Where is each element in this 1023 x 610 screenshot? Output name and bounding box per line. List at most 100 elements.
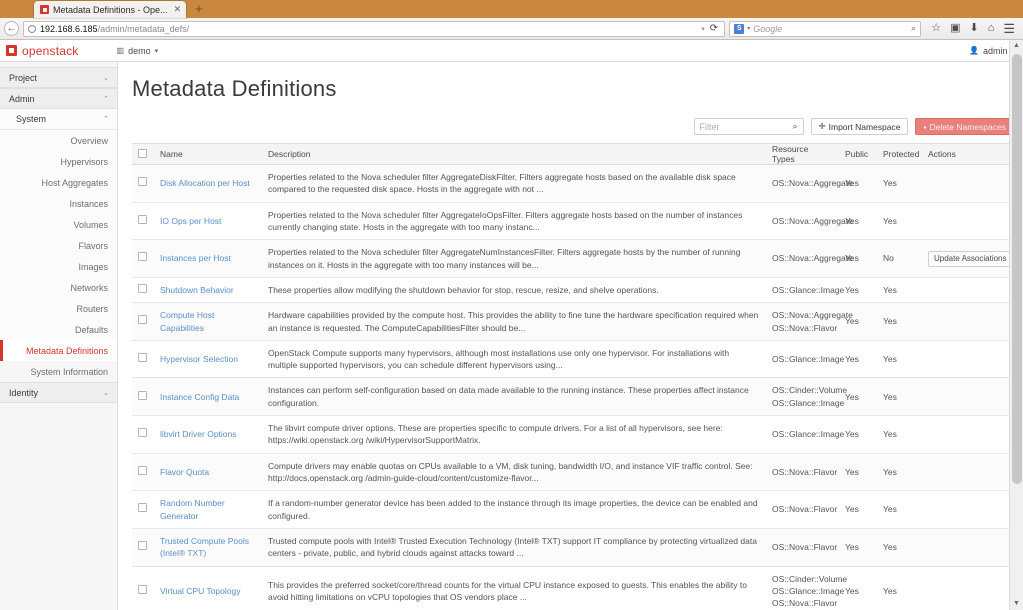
actions-cell — [922, 202, 1014, 241]
sidebar-item-flavors[interactable]: Flavors — [0, 235, 117, 256]
namespace-link[interactable]: Virtual CPU Topology — [160, 586, 240, 596]
reload-icon[interactable]: ⟳ — [710, 23, 718, 34]
table-row[interactable]: Random Number Generator If a random-numbe… — [132, 490, 1014, 529]
actions-cell — [922, 528, 1014, 567]
row-checkbox[interactable] — [138, 252, 147, 262]
row-checkbox[interactable] — [138, 584, 147, 594]
namespace-link[interactable]: Flavor Quota — [160, 467, 209, 477]
namespace-link[interactable]: Compute Host Capabilities — [160, 310, 214, 332]
row-checkbox[interactable] — [138, 283, 147, 293]
filter-input[interactable]: Filter ⌕ — [693, 118, 804, 135]
sidebar-group-project[interactable]: Project ⌄ — [0, 67, 117, 88]
sidebar-item-metadata-definitions[interactable]: Metadata Definitions — [0, 340, 117, 361]
scrollbar-thumb[interactable] — [1012, 54, 1022, 484]
sidebar-subgroup-system[interactable]: System ⌃ — [0, 109, 117, 130]
actions-cell — [922, 490, 1014, 529]
home-icon[interactable]: ⌂ — [988, 23, 995, 34]
table-row[interactable]: Trusted Compute Pools (Intel® TXT) Truste… — [132, 528, 1014, 567]
namespace-link[interactable]: Instances per Host — [160, 253, 231, 263]
browser-navbar: ← 192.168.6.185/admin/metadata_defs/ ▾ ⟳… — [0, 18, 1023, 40]
table-row[interactable]: Compute Host Capabilities Hardware capabi… — [132, 302, 1014, 341]
new-tab-button[interactable]: + — [186, 2, 210, 16]
table-row[interactable]: Shutdown Behavior These properties allow … — [132, 277, 1014, 304]
row-select-cell — [132, 302, 154, 341]
menu-icon[interactable]: ☰ — [1003, 22, 1015, 35]
select-all-checkbox[interactable] — [138, 148, 147, 158]
resource-type: OS::Nova::Aggregate — [772, 310, 853, 321]
row-checkbox[interactable] — [138, 352, 147, 362]
sidebar-item-routers[interactable]: Routers — [0, 298, 117, 319]
update-associations-button[interactable]: Update Associations — [928, 250, 1013, 267]
sidebar-item-defaults[interactable]: Defaults — [0, 319, 117, 340]
column-header-public[interactable]: Public — [839, 143, 877, 165]
sidebar-item-system-information[interactable]: System Information — [0, 361, 117, 382]
browser-tab[interactable]: Metadata Definitions - Ope... ✕ — [34, 1, 187, 18]
row-checkbox[interactable] — [138, 503, 147, 513]
delete-namespaces-button[interactable]: ▪ Delete Namespaces — [915, 118, 1014, 135]
search-engine-icon[interactable]: S — [734, 23, 745, 34]
table-row[interactable]: IO Ops per Host Properties related to the… — [132, 202, 1014, 241]
table-row[interactable]: Disk Allocation per Host Properties relat… — [132, 164, 1014, 203]
resource-types-cell: OS::Glance::Image — [766, 415, 845, 454]
column-header-description[interactable]: Description — [262, 143, 766, 165]
resource-type: OS::Glance::Image — [772, 429, 845, 440]
back-icon[interactable]: ← — [4, 21, 19, 36]
sidebar-item-instances[interactable]: Instances — [0, 193, 117, 214]
openstack-logo[interactable]: openstack — [6, 44, 79, 58]
namespace-link[interactable]: libvirt Driver Options — [160, 429, 237, 439]
column-header-resource-types[interactable]: Resource Types — [766, 143, 839, 165]
sidebar-item-host-aggregates[interactable]: Host Aggregates — [0, 172, 117, 193]
namespace-link[interactable]: Trusted Compute Pools (Intel® TXT) — [160, 536, 249, 558]
table-row[interactable]: Instances per Host Properties related to … — [132, 239, 1023, 278]
row-checkbox[interactable] — [138, 428, 147, 438]
browser-window: Metadata Definitions - Ope... ✕ + ← 192.… — [0, 0, 1023, 610]
close-icon[interactable]: ✕ — [172, 5, 182, 14]
table-row[interactable]: Flavor Quota Compute drivers may enable q… — [132, 453, 1014, 492]
namespace-link[interactable]: Shutdown Behavior — [160, 285, 234, 295]
sidebar-item-overview[interactable]: Overview — [0, 130, 117, 151]
sidebar-item-hypervisors[interactable]: Hypervisors — [0, 151, 117, 172]
sidebar-item-networks[interactable]: Networks — [0, 277, 117, 298]
chevron-down-icon[interactable]: ▾ — [747, 25, 750, 32]
resource-types-cell: OS::Nova::Aggregate OS::Nova::Flavor — [766, 302, 853, 341]
project-switcher[interactable]: ▥ demo ▾ — [117, 46, 159, 56]
import-namespace-button[interactable]: ✛ Import Namespace — [810, 118, 909, 135]
url-bar[interactable]: 192.168.6.185/admin/metadata_defs/ ▾ ⟳ — [23, 20, 726, 37]
table-row[interactable]: Instance Config Data Instances can perfor… — [132, 377, 1014, 417]
browser-search-bar[interactable]: S ▾ Google ⌕ — [729, 20, 922, 37]
chevron-down-icon[interactable]: ▾ — [701, 25, 705, 33]
namespace-link[interactable]: Disk Allocation per Host — [160, 178, 250, 188]
sidebar-item-images[interactable]: Images — [0, 256, 117, 277]
namespace-name-cell: Trusted Compute Pools (Intel® TXT) — [154, 528, 262, 567]
namespace-link[interactable]: Instance Config Data — [160, 392, 239, 402]
row-checkbox[interactable] — [138, 177, 147, 187]
search-icon[interactable]: ⌕ — [792, 121, 797, 132]
search-icon[interactable]: ⌕ — [911, 23, 916, 34]
reader-view-icon[interactable]: ▣ — [950, 23, 960, 34]
resource-types-cell: OS::Nova::Flavor — [766, 453, 839, 492]
column-header-protected[interactable]: Protected — [877, 143, 922, 165]
row-checkbox[interactable] — [138, 541, 147, 551]
scroll-down-icon[interactable]: ▼ — [1010, 598, 1023, 610]
download-icon[interactable]: ⬇ — [969, 23, 978, 34]
grid-icon: ▥ — [116, 46, 125, 55]
sidebar-item-volumes[interactable]: Volumes — [0, 214, 117, 235]
namespace-link[interactable]: Hypervisor Selection — [160, 354, 238, 364]
bookmark-star-icon[interactable]: ☆ — [931, 23, 941, 34]
row-checkbox[interactable] — [138, 315, 147, 325]
vertical-scrollbar[interactable]: ▲ ▼ — [1009, 40, 1023, 610]
namespace-link[interactable]: IO Ops per Host — [160, 216, 221, 226]
table-row[interactable]: Hypervisor Selection OpenStack Compute su… — [132, 340, 1014, 379]
column-header-name[interactable]: Name — [154, 143, 262, 165]
resource-types-cell: OS::Nova::Aggregate — [766, 202, 853, 241]
row-select-cell — [132, 239, 154, 278]
sidebar-group-identity[interactable]: Identity ⌄ — [0, 382, 117, 403]
table-row[interactable]: Virtual CPU Topology This provides the pr… — [132, 566, 1014, 610]
row-checkbox[interactable] — [138, 390, 147, 400]
scroll-up-icon[interactable]: ▲ — [1010, 40, 1023, 52]
row-checkbox[interactable] — [138, 214, 147, 224]
namespace-link[interactable]: Random Number Generator — [160, 498, 225, 520]
row-checkbox[interactable] — [138, 465, 147, 475]
sidebar-group-admin[interactable]: Admin ⌃ — [0, 88, 117, 109]
table-row[interactable]: libvirt Driver Options The libvirt comput… — [132, 415, 1014, 454]
